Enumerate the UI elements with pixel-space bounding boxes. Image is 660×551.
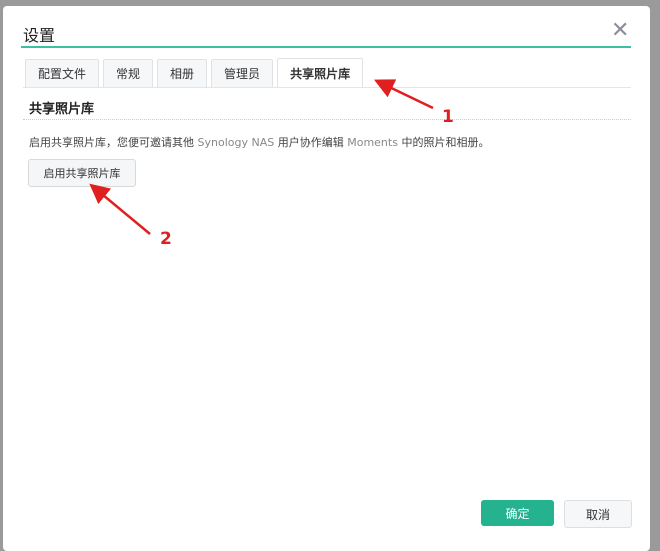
annotation-label-2: 2 [160, 229, 172, 249]
annotation-arrow-2 [89, 183, 151, 235]
annotation-arrow-1 [373, 79, 434, 110]
annotation-label-1: 1 [442, 107, 454, 127]
annotation-arrows [89, 79, 434, 235]
